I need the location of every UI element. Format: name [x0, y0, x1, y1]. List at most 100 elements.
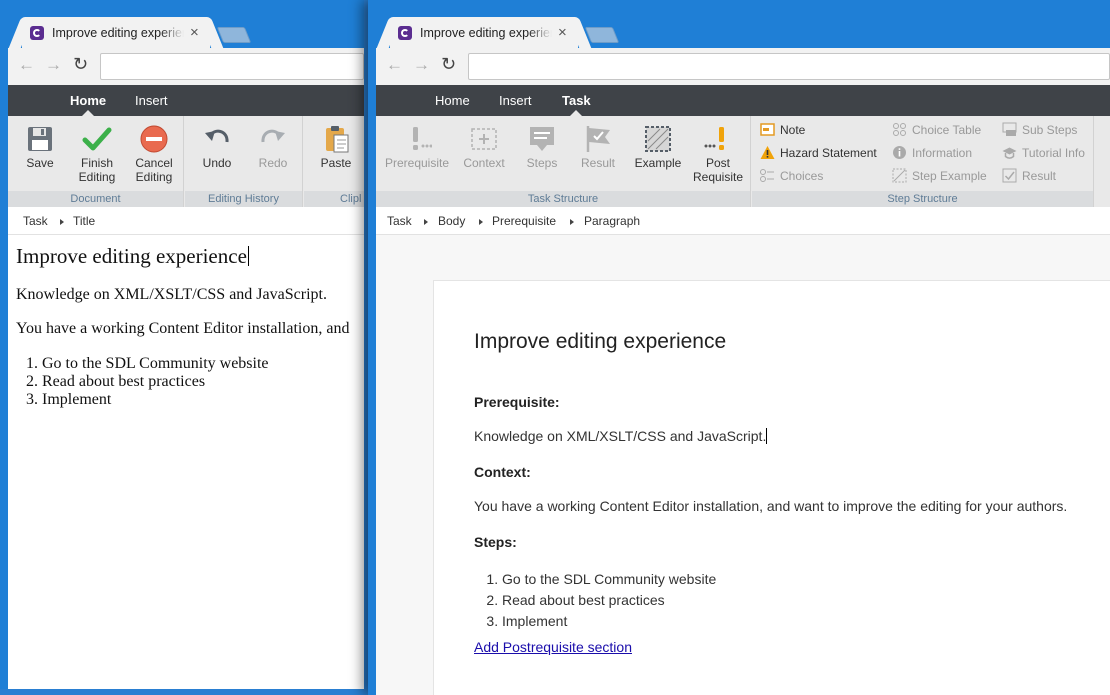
- breadcrumb-item-task[interactable]: Task: [387, 214, 412, 228]
- result-flag-icon: [586, 126, 610, 152]
- sub-steps-button[interactable]: Sub Steps: [1002, 122, 1077, 137]
- address-bar[interactable]: [100, 53, 364, 80]
- prerequisite-label: Prerequisite: [384, 156, 450, 170]
- step-example-button[interactable]: Step Example: [892, 168, 987, 183]
- breadcrumb-item-paragraph[interactable]: Paragraph: [584, 214, 640, 228]
- reload-icon[interactable]: ↻: [441, 55, 456, 73]
- steps-icon: [530, 127, 554, 151]
- step-item[interactable]: Implement: [502, 611, 716, 632]
- hazard-statement-label: Hazard Statement: [780, 145, 877, 160]
- result-button[interactable]: Result: [572, 124, 624, 170]
- post-requisite-button[interactable]: Post Requisite: [690, 124, 746, 184]
- choices-button[interactable]: Choices: [760, 168, 823, 183]
- ribbon-group-step-structure: Note Hazard Statement Choices Choice Tab…: [752, 116, 1094, 207]
- step-result-button[interactable]: Result: [1002, 168, 1056, 183]
- tab-insert[interactable]: Insert: [499, 93, 532, 108]
- prerequisite-paragraph[interactable]: Knowledge on XML/XSLT/CSS and JavaScript…: [474, 428, 768, 444]
- redo-label: Redo: [258, 156, 288, 170]
- forward-arrow-icon[interactable]: →: [45, 56, 62, 73]
- tab-strip: Improve editing experience ×: [368, 0, 1110, 48]
- app-favicon-icon: [398, 25, 412, 40]
- text-caret: [247, 246, 249, 266]
- save-icon: [28, 127, 52, 151]
- context-button[interactable]: Context: [458, 124, 510, 170]
- tab-task[interactable]: Task: [562, 93, 591, 116]
- document-page[interactable]: Improve editing experience Prerequisite:…: [433, 280, 1110, 695]
- breadcrumb-separator-icon: [60, 219, 64, 225]
- breadcrumb-item-task[interactable]: Task: [23, 214, 48, 228]
- tab-title: Improve editing experience: [52, 25, 184, 40]
- document-title[interactable]: Improve editing experience: [474, 330, 726, 354]
- cancel-editing-label: Cancel Editing: [135, 156, 173, 184]
- steps-heading: Steps:: [474, 534, 517, 550]
- hazard-statement-button[interactable]: Hazard Statement: [760, 145, 877, 160]
- new-tab-button[interactable]: [584, 27, 620, 43]
- prerequisite-icon: [413, 127, 432, 150]
- tab-close-icon[interactable]: ×: [190, 25, 199, 40]
- paste-button[interactable]: Paste: [316, 124, 356, 170]
- undo-button[interactable]: Undo: [197, 124, 237, 170]
- note-button[interactable]: Note: [760, 122, 805, 137]
- redo-button[interactable]: Redo: [253, 124, 293, 170]
- browser-tab[interactable]: Improve editing experience ×: [22, 17, 210, 48]
- tab-strip: Improve editing experience ×: [0, 0, 364, 48]
- tab-close-icon[interactable]: ×: [558, 25, 567, 40]
- tab-insert[interactable]: Insert: [135, 93, 168, 108]
- information-label: Information: [912, 145, 973, 160]
- context-paragraph[interactable]: You have a working Content Editor instal…: [16, 320, 349, 338]
- redo-icon: [261, 129, 285, 143]
- add-postrequisite-link[interactable]: Add Postrequisite section: [474, 639, 632, 655]
- address-bar[interactable]: [468, 53, 1110, 80]
- ribbon-group-task-structure: Prerequisite Context Steps Result Exampl…: [376, 116, 751, 207]
- breadcrumb-item-prerequisite[interactable]: Prerequisite: [492, 214, 556, 228]
- step-item[interactable]: Go to the SDL Community website: [502, 569, 716, 590]
- breadcrumb: Task Body Prerequisite Paragraph: [376, 207, 1110, 235]
- breadcrumb-separator-icon: [570, 219, 574, 225]
- breadcrumb-item-body[interactable]: Body: [438, 214, 465, 228]
- prerequisite-button[interactable]: Prerequisite: [382, 124, 452, 170]
- prerequisite-paragraph[interactable]: Knowledge on XML/XSLT/CSS and JavaScript…: [16, 286, 327, 304]
- context-paragraph[interactable]: You have a working Content Editor instal…: [474, 498, 1067, 514]
- choices-icon: [760, 169, 774, 182]
- back-arrow-icon[interactable]: ←: [18, 56, 35, 73]
- forward-arrow-icon[interactable]: →: [413, 56, 430, 73]
- sub-steps-icon: [1002, 122, 1017, 136]
- step-item[interactable]: Implement: [42, 391, 269, 409]
- breadcrumb-separator-icon: [479, 219, 483, 225]
- context-label: Context: [463, 156, 505, 170]
- save-button[interactable]: Save: [20, 124, 60, 170]
- new-tab-button[interactable]: [216, 27, 252, 43]
- context-heading: Context:: [474, 464, 531, 480]
- group-label-task-structure: Task Structure: [376, 191, 750, 207]
- cancel-editing-button[interactable]: Cancel Editing: [128, 124, 180, 184]
- tutorial-info-button[interactable]: Tutorial Info: [1002, 145, 1085, 160]
- tab-home[interactable]: Home: [70, 93, 106, 116]
- example-button[interactable]: Example: [628, 124, 688, 170]
- ribbon: Prerequisite Context Steps Result Exampl…: [376, 116, 1110, 207]
- browser-tab[interactable]: Improve editing experience ×: [390, 17, 578, 48]
- steps-list: Go to the SDL Community website Read abo…: [474, 569, 716, 632]
- information-button[interactable]: Information: [892, 145, 972, 160]
- note-icon: [760, 123, 775, 136]
- step-item[interactable]: Go to the SDL Community website: [42, 355, 269, 373]
- undo-label: Undo: [202, 156, 232, 170]
- document-title[interactable]: Improve editing experience: [16, 244, 249, 269]
- ribbon: Save Finish Editing Cancel Editing Docum…: [8, 116, 364, 207]
- step-item[interactable]: Read about best practices: [42, 373, 269, 391]
- tab-home[interactable]: Home: [435, 93, 470, 108]
- tutorial-info-icon: [1002, 147, 1017, 159]
- finish-editing-button[interactable]: Finish Editing: [72, 124, 122, 184]
- reload-icon[interactable]: ↻: [73, 55, 88, 73]
- wysiwyg-editor-pane[interactable]: Improve editing experience Knowledge on …: [8, 235, 364, 689]
- breadcrumb-item-title[interactable]: Title: [73, 214, 95, 228]
- back-arrow-icon[interactable]: ←: [386, 56, 403, 73]
- ribbon-tab-bar: Home Insert: [8, 85, 364, 116]
- step-item[interactable]: Read about best practices: [502, 590, 716, 611]
- steps-button[interactable]: Steps: [516, 124, 568, 170]
- ribbon-group-clipboard: Paste Clipl: [304, 116, 364, 207]
- breadcrumb: Task Title: [8, 207, 364, 235]
- breadcrumb-separator-icon: [424, 219, 428, 225]
- cancel-icon: [140, 125, 168, 153]
- choice-table-button[interactable]: Choice Table: [892, 122, 981, 137]
- sub-steps-label: Sub Steps: [1022, 122, 1078, 137]
